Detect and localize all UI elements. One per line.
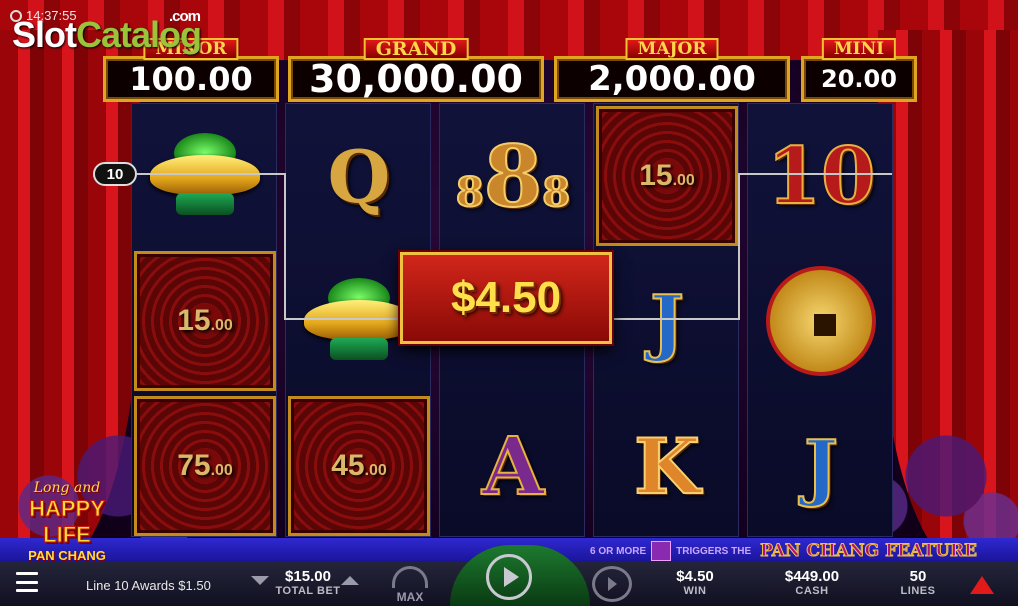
jackpot-box: 30,000.00 (288, 56, 544, 102)
spin-button[interactable] (486, 554, 532, 600)
total-bet-value: $15.00 (285, 568, 331, 585)
watermark-suffix: .com (169, 8, 201, 25)
symbol-value: 45.00 (331, 449, 387, 482)
reel-symbol-value: 45.00 (286, 394, 432, 538)
hint-middle: TRIGGERS THE (676, 545, 752, 557)
autoplay-button[interactable] (592, 566, 632, 602)
symbol-888: 888 (455, 126, 571, 227)
lines-label: LINES (900, 585, 936, 597)
win-value: $4.50 (676, 568, 714, 585)
reel-symbol-ingot (132, 104, 278, 248)
jackpot-value: 30,000.00 (309, 57, 523, 101)
symbol-value: 15.00 (639, 159, 695, 192)
jackpot-box: 2,000.00 (554, 56, 790, 102)
jackpot-label: MAJOR (625, 38, 719, 60)
jackpot-value: 2,000.00 (588, 59, 756, 99)
payline-segment (738, 173, 740, 319)
reel-symbol-eight: 888 (440, 104, 586, 248)
reel-symbol-letter: J (594, 249, 740, 393)
watermark-part1: Slot (12, 14, 77, 55)
cash-label: CASH (795, 585, 829, 597)
menu-icon[interactable] (16, 572, 38, 592)
symbol-j: J (649, 278, 685, 365)
win-banner-amount: $4.50 (450, 273, 562, 322)
play-icon (503, 567, 519, 587)
reel-1: 15.00 75.00 (131, 103, 277, 537)
fast-forward-icon (607, 577, 617, 591)
watermark-logo: SlotCatalog .com (12, 8, 202, 56)
total-bet-label: TOTAL BET (275, 585, 341, 597)
reel-symbol-value: 15.00 (132, 249, 278, 393)
lines-display[interactable]: 50 LINES (896, 568, 940, 597)
win-banner: $4.50 (400, 252, 612, 344)
hint-feature-name: PAN CHANG FEATURE (760, 541, 978, 562)
reel-symbol-value: 75.00 (132, 394, 278, 538)
symbol-value: 15.00 (177, 304, 233, 337)
symbol-q: Q (327, 133, 391, 219)
symbol-10: 10 (766, 130, 877, 223)
payline-segment (284, 318, 402, 320)
win-display: $4.50 WIN (660, 568, 730, 597)
payline-badge: 10 (93, 162, 137, 186)
provider-logo-icon (970, 576, 994, 594)
jackpot-box: 20.00 (801, 56, 917, 102)
reel-5: 10 J (747, 103, 893, 537)
jackpot-label: MINI (821, 38, 897, 60)
jackpot-value: 100.00 (129, 60, 253, 98)
reel-symbol-value: 15.00 (594, 104, 740, 248)
payline-segment (284, 173, 286, 319)
payline-segment (738, 173, 892, 175)
reel-4: 15.00 J K (593, 103, 739, 537)
jackpot-grand: GRAND 30,000.00 (288, 38, 544, 102)
knot-symbol-icon (651, 541, 672, 561)
win-label: WIN (683, 585, 707, 597)
logo-line-bottom: PAN CHANG (28, 548, 106, 563)
logo-line-top: Long and (33, 480, 101, 496)
lines-value: 50 (909, 568, 927, 585)
reel-symbol-letter: Q (286, 104, 432, 248)
cash-display: $449.00 CASH (772, 568, 852, 597)
gold-ingot-icon (146, 133, 264, 219)
symbol-k: K (633, 421, 701, 512)
game-logo: Long and HAPPY LIFE PAN CHANG (4, 480, 130, 563)
reel-symbol-letter: 10 (748, 104, 894, 248)
symbol-value: 75.00 (177, 449, 233, 482)
reel-symbol-coin (748, 249, 894, 393)
jackpot-box: 100.00 (103, 56, 279, 102)
lucky-coin-icon (766, 266, 876, 376)
gauge-icon (392, 566, 428, 588)
symbol-j: J (803, 423, 839, 510)
feature-hint: 6 OR MORE TRIGGERS THE PAN CHANG FEATURE (590, 540, 977, 562)
reel-symbol-letter: J (748, 394, 894, 538)
jackpot-mini: MINI 20.00 (801, 38, 917, 102)
symbol-a: A (481, 418, 545, 514)
max-bet-button[interactable]: MAX (388, 566, 432, 606)
max-bet-label: MAX (396, 590, 424, 604)
payline-segment (137, 173, 285, 175)
hint-prefix: 6 OR MORE (590, 545, 647, 557)
cash-value: $449.00 (784, 568, 840, 585)
reel-symbol-letter: A (440, 394, 586, 538)
payline-segment (610, 318, 740, 320)
jackpot-value: 20.00 (821, 65, 897, 93)
jackpot-major: MAJOR 2,000.00 (554, 38, 790, 102)
total-bet-display: $15.00 TOTAL BET (266, 568, 350, 597)
jackpot-label: GRAND (363, 38, 469, 60)
award-message: Line 10 Awards $1.50 (86, 578, 211, 593)
reel-symbol-letter: K (594, 394, 740, 538)
logo-line-middle: HAPPY LIFE (29, 496, 106, 548)
